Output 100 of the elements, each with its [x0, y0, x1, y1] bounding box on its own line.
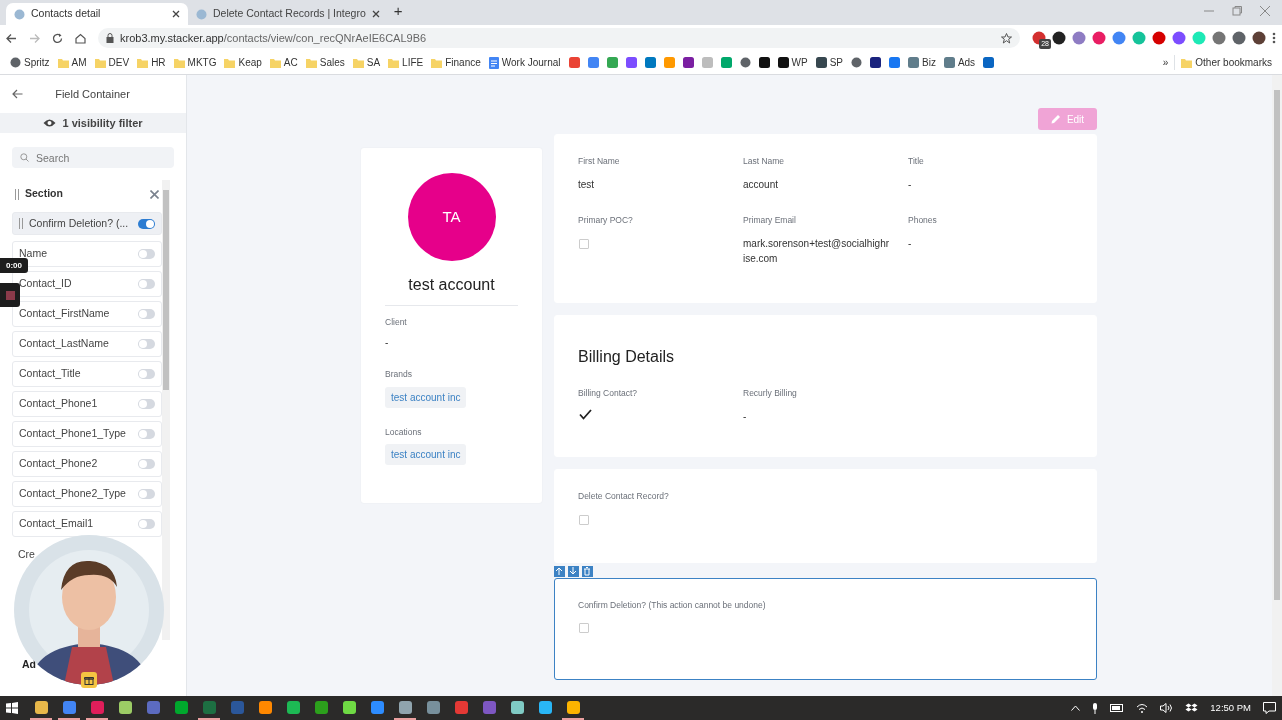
field-item[interactable]: Contact_Title [12, 361, 162, 387]
bookmark[interactable]: MKTG [169, 55, 221, 70]
scrollbar[interactable] [1272, 75, 1282, 696]
bookmark[interactable]: WP [773, 55, 812, 70]
toggle-switch[interactable] [138, 429, 155, 439]
bookmark[interactable]: Spritz [6, 55, 54, 70]
field-label: Client [385, 316, 408, 329]
checkmark-icon[interactable] [579, 408, 592, 420]
back-icon[interactable] [6, 32, 17, 44]
menu-icon[interactable] [1272, 32, 1276, 44]
scrollbar[interactable] [162, 180, 170, 640]
notification-icon[interactable] [1263, 702, 1276, 714]
toggle-switch[interactable] [138, 279, 155, 289]
drag-handle-icon[interactable] [15, 188, 19, 200]
close-icon[interactable] [172, 10, 180, 18]
field-value: - [743, 409, 748, 424]
arrow-up-icon[interactable] [554, 565, 565, 577]
checkbox[interactable] [579, 238, 589, 249]
reload-icon[interactable] [52, 32, 63, 44]
arrow-down-icon[interactable] [568, 565, 579, 577]
field-value: test [578, 177, 596, 192]
toggle-switch[interactable] [138, 309, 155, 319]
toggle-switch[interactable] [138, 519, 155, 529]
bookmark[interactable]: Work Journal [484, 55, 565, 70]
bookmark[interactable]: AC [265, 55, 302, 70]
windows-icon[interactable] [6, 702, 18, 714]
overflow-button[interactable]: » [1156, 55, 1175, 70]
field-item[interactable]: Contact_Phone2_Type [12, 481, 162, 507]
address-bar[interactable]: krob3.my.stacker.app/contacts/view/con_recQNrAeIE6CAL9B6 [98, 28, 1020, 48]
extension-icon[interactable] [1052, 31, 1066, 45]
extension-icon[interactable] [1252, 31, 1266, 45]
browser-tab[interactable]: Delete Contact Records | Integro [188, 3, 388, 25]
wifi-icon[interactable] [1136, 703, 1149, 713]
toggle-switch[interactable] [138, 489, 155, 499]
toggle-switch[interactable] [138, 218, 155, 229]
star-icon[interactable] [1001, 32, 1012, 44]
field-label: Delete Contact Record? [578, 489, 670, 503]
restore-icon[interactable] [1232, 6, 1242, 16]
toggle-switch[interactable] [138, 339, 155, 349]
bookmark[interactable]: Finance [427, 55, 485, 70]
visibility-filter-bar[interactable]: 1 visibility filter [0, 113, 186, 133]
checkbox[interactable] [579, 623, 589, 634]
add-button[interactable]: Ad [22, 657, 36, 673]
bookmark[interactable]: Sales [301, 55, 349, 70]
field-label: Primary POC? [578, 213, 634, 227]
back-icon[interactable] [12, 89, 23, 99]
clock-time[interactable]: 12:50 PM [1210, 700, 1251, 716]
globe-icon [739, 57, 751, 68]
field-item[interactable]: Contact_Phone1_Type [12, 421, 162, 447]
folder-icon [173, 57, 185, 68]
toggle-switch[interactable] [138, 459, 155, 469]
gift-button[interactable] [81, 672, 97, 688]
field-value: mark.sorenson+test@socialhighrise.com [743, 236, 890, 266]
toggle-switch[interactable] [138, 369, 155, 379]
trash-icon[interactable] [582, 565, 593, 577]
section-title: Section [25, 186, 64, 202]
field-item[interactable]: Contact_LastName [12, 331, 162, 357]
browser-tab[interactable]: Contacts detail [6, 3, 188, 25]
microphone-icon[interactable] [1092, 702, 1099, 714]
field-label: Brands [385, 367, 413, 381]
bookmark[interactable]: Ads [939, 55, 980, 70]
tag-chip[interactable]: test account inc [385, 444, 467, 466]
bookmark[interactable]: SA [348, 55, 385, 70]
bookmark[interactable]: LIFE [384, 55, 428, 70]
recording-timer: 0:00 [0, 258, 28, 273]
folder-icon [94, 57, 106, 68]
field-item[interactable]: Confirm Deletion? (... [12, 212, 162, 235]
bookmark[interactable]: HR [133, 55, 170, 70]
bookmark[interactable]: Keap [220, 55, 266, 70]
toggle-switch[interactable] [138, 249, 155, 259]
toggle-switch[interactable] [138, 399, 155, 409]
close-icon[interactable] [371, 10, 380, 18]
field-card[interactable]: Billing Details Billing Contact? Recurly Billing - [554, 315, 1097, 457]
bookmark[interactable]: DEV [90, 55, 134, 70]
checkbox[interactable] [579, 514, 589, 525]
tag-chip[interactable]: test account inc [385, 386, 467, 408]
bookmark[interactable]: SP [811, 55, 847, 70]
bookmark[interactable]: Biz [904, 55, 940, 70]
home-icon[interactable] [75, 32, 86, 44]
new-tab-button[interactable]: + [393, 0, 403, 22]
drag-handle-icon[interactable] [19, 218, 23, 229]
battery-icon[interactable] [1110, 704, 1125, 712]
field-item[interactable]: Contact_Phone1 [12, 391, 162, 417]
stop-button[interactable] [0, 283, 20, 307]
speaker-icon[interactable] [1160, 703, 1174, 713]
bookmark[interactable]: Other bookmarks [1174, 55, 1276, 70]
search-icon [20, 153, 29, 162]
stop-icon [5, 290, 15, 300]
dropbox-icon[interactable] [1185, 702, 1199, 714]
lock-icon [106, 33, 114, 43]
field-card[interactable]: Confirm Deletion? (This action cannot be undone) [554, 577, 1097, 680]
field-card[interactable]: First Name test Last Name account Title - Primary POC? Primary Email mark.sorenson+test@socialhighrise.com Phones - [554, 134, 1097, 303]
field-item[interactable]: Contact_Phone2 [12, 451, 162, 477]
globe-icon [14, 8, 25, 20]
chevron-up-icon[interactable] [1071, 705, 1081, 711]
field-card[interactable]: Delete Contact Record? [554, 468, 1097, 563]
search-field[interactable]: Search [12, 147, 174, 168]
extension-icon[interactable] [1232, 31, 1246, 45]
field-label: Billing Contact? [578, 387, 639, 400]
bookmark[interactable]: AM [53, 55, 91, 70]
